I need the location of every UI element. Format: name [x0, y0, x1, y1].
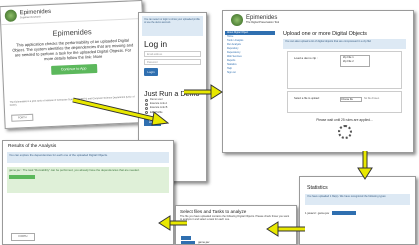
file-upload-box: Select a file to upload: Choose file No … [287, 91, 402, 113]
workflow-collage: Epimenides Cognitive Research Epimenides… [0, 0, 419, 245]
file-checkbox[interactable] [181, 236, 191, 240]
footer-logo: FORTH [11, 113, 34, 122]
results-title: Results of the Analysis [8, 144, 57, 149]
loading-spinner-icon [337, 125, 352, 139]
brand-subtitle: Cognitive Research [19, 15, 41, 20]
load-demo-label: Load a demo zip : [294, 56, 318, 60]
upload-info: You can also upload a lot of digital obj… [283, 39, 406, 49]
wait-message: Please wait until 25 rules are applied..… [316, 118, 373, 122]
result-details-button[interactable] [9, 174, 35, 179]
task-select[interactable] [181, 241, 195, 244]
statistics-row-label: 1 javacd : game.jav [305, 211, 330, 215]
intro-description: This application checks the performabili… [12, 37, 134, 62]
arrow-1-icon [72, 97, 170, 126]
statistics-row-button[interactable] [332, 211, 357, 215]
upload-title: Upload one or more Digital Objects [283, 31, 367, 37]
arrow-3-icon [357, 151, 373, 180]
brand-subtitle: The Digital Preservation Tool [246, 21, 280, 25]
choose-file-button[interactable]: Choose file [340, 97, 362, 102]
sidebar: About Digital Object Home Tools / Analys… [225, 31, 275, 75]
continue-to-app-button[interactable]: Continue to App [50, 63, 97, 75]
arrow-2-icon [184, 84, 223, 100]
select-tasks-title: Select files and Tasks to analyze [180, 209, 247, 214]
statistics-screen: Statistics You have uploaded 1 file(s). … [299, 176, 416, 245]
sidebar-item[interactable]: Sign out [225, 71, 275, 75]
arrow-4-icon [266, 221, 305, 237]
statistics-info: You have uploaded 1 file(s). We have rec… [305, 194, 410, 205]
zip-option[interactable]: Zip File 2 [343, 60, 369, 64]
upload-header: Epimenides The Digital Preservation Tool [223, 11, 413, 29]
intro-header: Epimenides Cognitive Research [0, 0, 143, 26]
login-title: Log in [144, 39, 168, 49]
file-label: game.jav [198, 240, 210, 244]
login-info-strip: You can select or login to show your upl… [142, 16, 203, 36]
result-message: game.jav : The task "Runnability" can be… [7, 167, 169, 193]
select-file-label: Select a file to upload: [294, 97, 320, 100]
arrow-5-icon [158, 215, 187, 231]
demo-zip-box: Load a demo zip : Zip File 1 Zip File 2 [287, 51, 402, 89]
login-button[interactable]: Login [144, 68, 158, 76]
results-screen: Results of the Analysis You can explore … [2, 140, 174, 245]
epimenides-logo-icon [4, 8, 18, 22]
password-field[interactable]: Password [144, 59, 201, 65]
result-text: game.jav : The task "Runnability" can be… [9, 168, 140, 172]
results-info: You can explore the dependencies for eac… [7, 152, 169, 163]
upload-screen: Epimenides The Digital Preservation Tool… [222, 10, 414, 153]
email-field[interactable]: Email address [144, 51, 201, 57]
upload-main: Upload one or more Digital Objects You c… [279, 31, 410, 139]
demo-zip-select[interactable]: Zip File 1 Zip File 2 [340, 55, 370, 67]
epimenides-logo-icon [231, 14, 243, 26]
footer-logo: FORTH [11, 233, 35, 241]
file-name-text: No file chosen [364, 97, 380, 100]
statistics-row: 1 javacd : game.jav [305, 211, 410, 215]
